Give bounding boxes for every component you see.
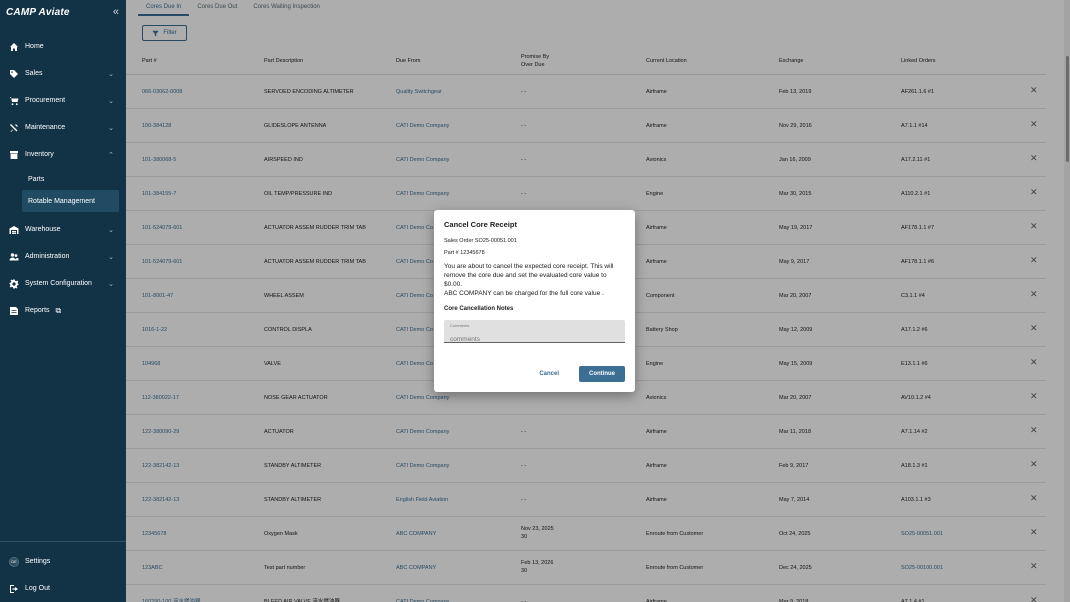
continue-button[interactable]: Continue xyxy=(579,366,625,382)
sidebar-item-maintenance[interactable]: Maintenance ⌄ xyxy=(0,114,126,141)
sidebar-item-label: Inventory xyxy=(25,151,54,158)
sidebar-subitem-parts[interactable]: Parts xyxy=(0,168,126,190)
sidebar-subitem-label: Rotable Management xyxy=(28,197,95,205)
sidebar-item-label: Sales xyxy=(25,70,43,77)
sidebar-item-label: Reports xyxy=(25,307,50,314)
sidebar-item-label: Log Out xyxy=(25,585,50,592)
logo-row: CAMP Aviate « xyxy=(0,0,126,24)
tag-icon xyxy=(9,69,19,79)
sales-order-text: Sales Order SO25-00051.001 xyxy=(444,238,517,244)
sidebar-item-label: Maintenance xyxy=(25,124,66,131)
reports-icon xyxy=(9,306,19,316)
avatar: DE xyxy=(9,556,19,567)
home-icon xyxy=(9,42,19,52)
sidebar-item-warehouse[interactable]: Warehouse ⌄ xyxy=(0,216,126,243)
dialog-actions: Cancel Continue xyxy=(527,366,625,382)
sidebar-item-label: Procurement xyxy=(25,97,66,104)
sidebar-item-administration[interactable]: Administration ⌄ xyxy=(0,243,126,270)
sidebar-item-system-configuration[interactable]: System Configuration ⌄ xyxy=(0,270,126,297)
cancel-button[interactable]: Cancel xyxy=(527,366,571,382)
chevron-down-icon: ⌄ xyxy=(108,97,114,105)
app-logo: CAMP Aviate xyxy=(6,6,70,18)
chevron-down-icon: ⌄ xyxy=(108,70,114,78)
warehouse-icon xyxy=(9,225,19,235)
sidebar-item-label: Settings xyxy=(25,558,51,565)
comments-field-label: Comments xyxy=(450,323,470,328)
notes-label: Core Cancellation Notes xyxy=(444,306,514,312)
sidebar: CAMP Aviate « Home Sales ⌄ Procurement ⌄… xyxy=(0,0,126,602)
chevron-down-icon: ⌄ xyxy=(108,226,114,234)
sidebar-item-sales[interactable]: Sales ⌄ xyxy=(0,60,126,87)
sidebar-item-reports[interactable]: Reports ⧉ xyxy=(0,297,126,324)
comments-input[interactable] xyxy=(450,336,619,343)
chevron-down-icon: ⌄ xyxy=(108,280,114,288)
sidebar-divider xyxy=(0,541,126,542)
sidebar-item-inventory[interactable]: Inventory ⌃ xyxy=(0,141,126,168)
dialog-message-charge: ABC COMPANY can be charged for the full … xyxy=(444,290,604,297)
dialog-title: Cancel Core Receipt xyxy=(444,220,517,229)
external-link-icon: ⧉ xyxy=(55,305,62,315)
sidebar-bottom: DE Settings Log Out xyxy=(0,541,126,602)
dialog-message-line: You are about to cancel the expected cor… xyxy=(444,263,614,288)
sidebar-item-label: System Configuration xyxy=(25,280,92,287)
sidebar-item-home[interactable]: Home xyxy=(0,33,126,60)
chevron-up-icon: ⌃ xyxy=(108,151,114,159)
inventory-icon xyxy=(9,150,19,160)
chevron-down-icon: ⌄ xyxy=(108,253,114,261)
cart-icon xyxy=(9,96,19,106)
sidebar-item-label: Home xyxy=(25,43,44,50)
dialog-message: You are about to cancel the expected cor… xyxy=(444,262,625,298)
collapse-sidebar-icon[interactable]: « xyxy=(113,6,119,18)
gear-icon xyxy=(9,279,19,289)
sidebar-subitem-label: Parts xyxy=(28,175,45,183)
sidebar-item-logout[interactable]: Log Out xyxy=(0,575,126,602)
part-number-text: Part # 12345678 xyxy=(444,250,485,256)
avatar-initials: DE xyxy=(9,556,19,567)
cancel-core-receipt-dialog: Cancel Core Receipt Sales Order SO25-000… xyxy=(434,210,635,392)
logout-icon xyxy=(9,584,19,594)
sidebar-item-label: Administration xyxy=(25,253,70,260)
chevron-down-icon: ⌄ xyxy=(108,124,114,132)
sidebar-item-settings[interactable]: DE Settings xyxy=(0,548,126,575)
wrench-icon xyxy=(9,123,19,133)
sidebar-item-label: Warehouse xyxy=(25,226,61,233)
sidebar-nav: Home Sales ⌄ Procurement ⌄ Maintenance ⌄… xyxy=(0,33,126,324)
users-icon xyxy=(9,252,19,262)
sidebar-item-procurement[interactable]: Procurement ⌄ xyxy=(0,87,126,114)
comments-field[interactable]: Comments xyxy=(444,320,625,343)
sidebar-subitem-rotable-management[interactable]: Rotable Management xyxy=(22,190,119,212)
